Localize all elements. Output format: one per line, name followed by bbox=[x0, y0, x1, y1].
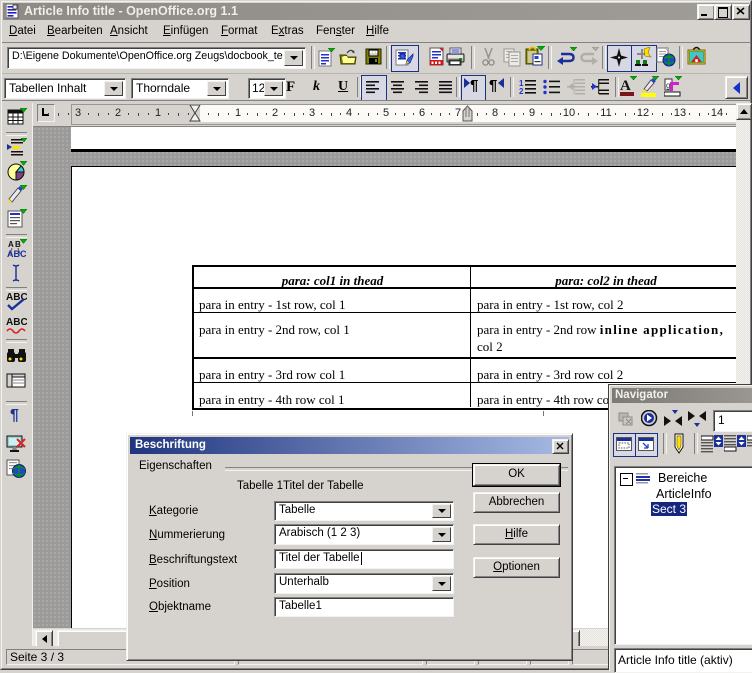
svg-text:A: A bbox=[620, 78, 631, 94]
svg-text:B: B bbox=[15, 240, 21, 249]
svg-text:g: g bbox=[666, 81, 670, 90]
svg-text:2: 2 bbox=[519, 87, 524, 95]
svg-text:ABC: ABC bbox=[6, 317, 27, 328]
svg-text:ABC: ABC bbox=[6, 292, 27, 303]
svg-text:A: A bbox=[8, 240, 14, 249]
svg-text:ABC: ABC bbox=[7, 249, 27, 259]
